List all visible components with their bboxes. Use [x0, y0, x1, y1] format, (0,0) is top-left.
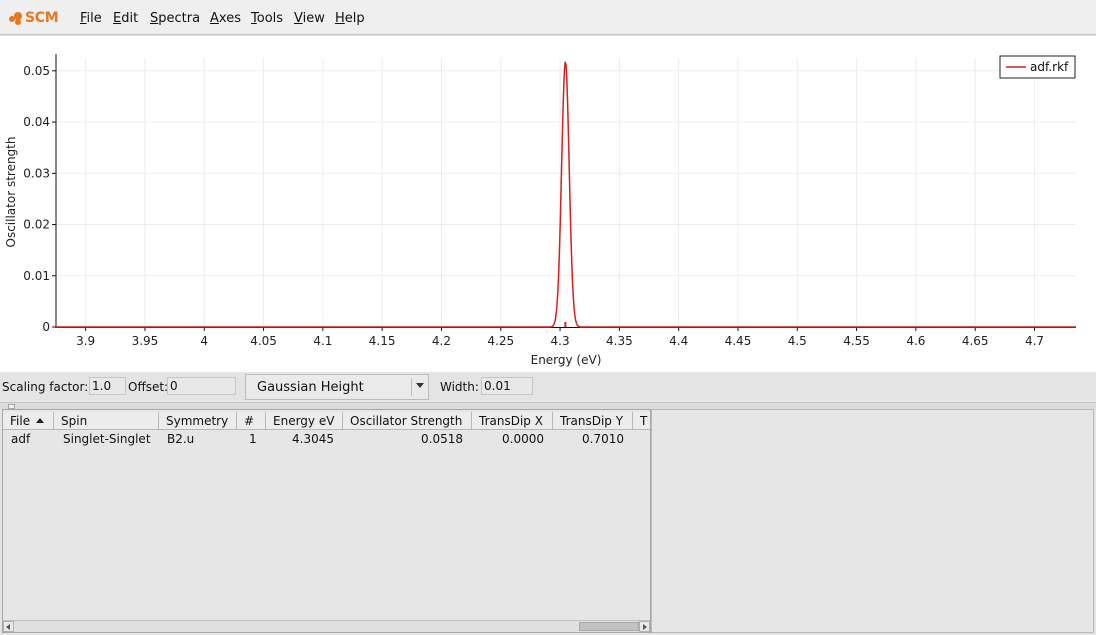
x-tick-label: 4.15	[369, 334, 396, 348]
spectrum-controls: Scaling factor: 1.0 Offset: 0 Gaussian H…	[0, 372, 1096, 402]
chevron-down-icon[interactable]	[416, 383, 424, 388]
scroll-right-icon[interactable]	[639, 621, 650, 632]
lineshape-select[interactable]: Gaussian Height	[245, 374, 429, 400]
column-header-transdip-y[interactable]: TransDip Y	[553, 412, 633, 430]
y-tick-label: 0.04	[23, 115, 50, 129]
column-header-symmetry[interactable]: Symmetry	[159, 412, 237, 430]
cell-number: 1	[249, 432, 257, 446]
width-input[interactable]: 0.01	[481, 377, 533, 395]
excitations-table[interactable]: File Spin Symmetry # Energy eV Oscillato…	[2, 409, 651, 633]
scm-logo: SCM	[9, 8, 59, 28]
menu-edit[interactable]: Edit	[113, 11, 138, 26]
column-header-file[interactable]: File	[3, 412, 54, 430]
x-tick-label: 4.35	[606, 334, 633, 348]
x-tick-label: 4.2	[432, 334, 451, 348]
scm-brand-text: SCM	[25, 10, 59, 26]
cell-energy: 4.3045	[292, 432, 334, 446]
x-tick-label: 4.6	[906, 334, 925, 348]
y-axis-label: Oscillator strength	[4, 137, 18, 248]
menu-file[interactable]: File	[80, 11, 102, 26]
menu-bar: SCM File Edit Spectra Axes Tools View He…	[0, 0, 1096, 35]
legend-label: adf.rkf	[1030, 60, 1069, 74]
width-label: Width:	[440, 380, 479, 394]
select-separator	[411, 378, 412, 396]
x-tick-label: 4.7	[1025, 334, 1044, 348]
cell-transdip-x: 0.0000	[502, 432, 544, 446]
y-tick-label: 0	[42, 320, 50, 334]
x-axis-label: Energy (eV)	[531, 353, 602, 367]
x-tick-label: 4	[200, 334, 208, 348]
scaling-factor-input[interactable]: 1.0	[89, 377, 126, 395]
x-tick-label: 3.9	[76, 334, 95, 348]
y-tick-label: 0.05	[23, 64, 50, 78]
offset-input[interactable]: 0	[167, 377, 236, 395]
x-tick-label: 4.5	[788, 334, 807, 348]
x-tick-label: 4.1	[313, 334, 332, 348]
scm-logo-icon	[9, 11, 23, 25]
y-tick-label: 0.03	[23, 166, 50, 180]
x-tick-label: 4.45	[725, 334, 752, 348]
sort-ascending-icon	[36, 418, 45, 423]
details-panel	[651, 409, 1094, 633]
x-tick-label: 4.3	[551, 334, 570, 348]
cell-spin: Singlet-Singlet	[63, 432, 151, 446]
column-header-transdip-x[interactable]: TransDip X	[472, 412, 553, 430]
table-horizontal-scrollbar[interactable]	[3, 620, 650, 632]
spectrum-plot[interactable]: 3.9 3.95 4 4.05 4.1 4.15 4.2 4.25 4.3 4.35 4.4 4.45…	[0, 36, 1096, 372]
menu-view[interactable]: View	[294, 11, 325, 26]
x-tick-label: 4.65	[962, 334, 989, 348]
menu-axes[interactable]: Axes	[210, 11, 241, 26]
column-header-transdip-z[interactable]: T	[633, 412, 650, 430]
menu-help[interactable]: Help	[335, 11, 365, 26]
offset-label: Offset:	[128, 380, 169, 394]
column-header-energy[interactable]: Energy eV	[266, 412, 343, 430]
panel-splitter[interactable]	[0, 402, 1096, 409]
x-tick-label: 4.4	[669, 334, 688, 348]
x-tick-label: 4.25	[487, 334, 514, 348]
column-header-spin[interactable]: Spin	[54, 412, 159, 430]
x-tick-label: 4.55	[843, 334, 870, 348]
spectrum-line-adf-rkf	[56, 61, 1076, 328]
scrollbar-thumb[interactable]	[579, 622, 639, 631]
scaling-factor-label: Scaling factor:	[2, 380, 89, 394]
scroll-left-icon[interactable]	[3, 621, 14, 632]
x-tick-label: 3.95	[132, 334, 159, 348]
menu-spectra[interactable]: Spectra	[150, 11, 200, 26]
cell-oscillator-strength: 0.0518	[421, 432, 463, 446]
cell-symmetry: B2.u	[167, 432, 195, 446]
column-header-oscillator-strength[interactable]: Oscillator Strength	[343, 412, 472, 430]
cell-transdip-y: 0.7010	[582, 432, 624, 446]
column-header-number[interactable]: #	[237, 412, 266, 430]
cell-file: adf	[11, 432, 31, 446]
table-header: File Spin Symmetry # Energy eV Oscillato…	[3, 412, 650, 430]
chart-legend[interactable]: adf.rkf	[999, 55, 1076, 79]
x-tick-label: 4.05	[250, 334, 277, 348]
menu-tools[interactable]: Tools	[251, 11, 283, 26]
spectrum-chart[interactable]: 3.9 3.95 4 4.05 4.1 4.15 4.2 4.25 4.3 4.35 4.4 4.45…	[0, 36, 1096, 372]
y-tick-label: 0.01	[23, 269, 50, 283]
y-tick-label: 0.02	[23, 218, 50, 232]
lineshape-value: Gaussian Height	[257, 380, 364, 395]
